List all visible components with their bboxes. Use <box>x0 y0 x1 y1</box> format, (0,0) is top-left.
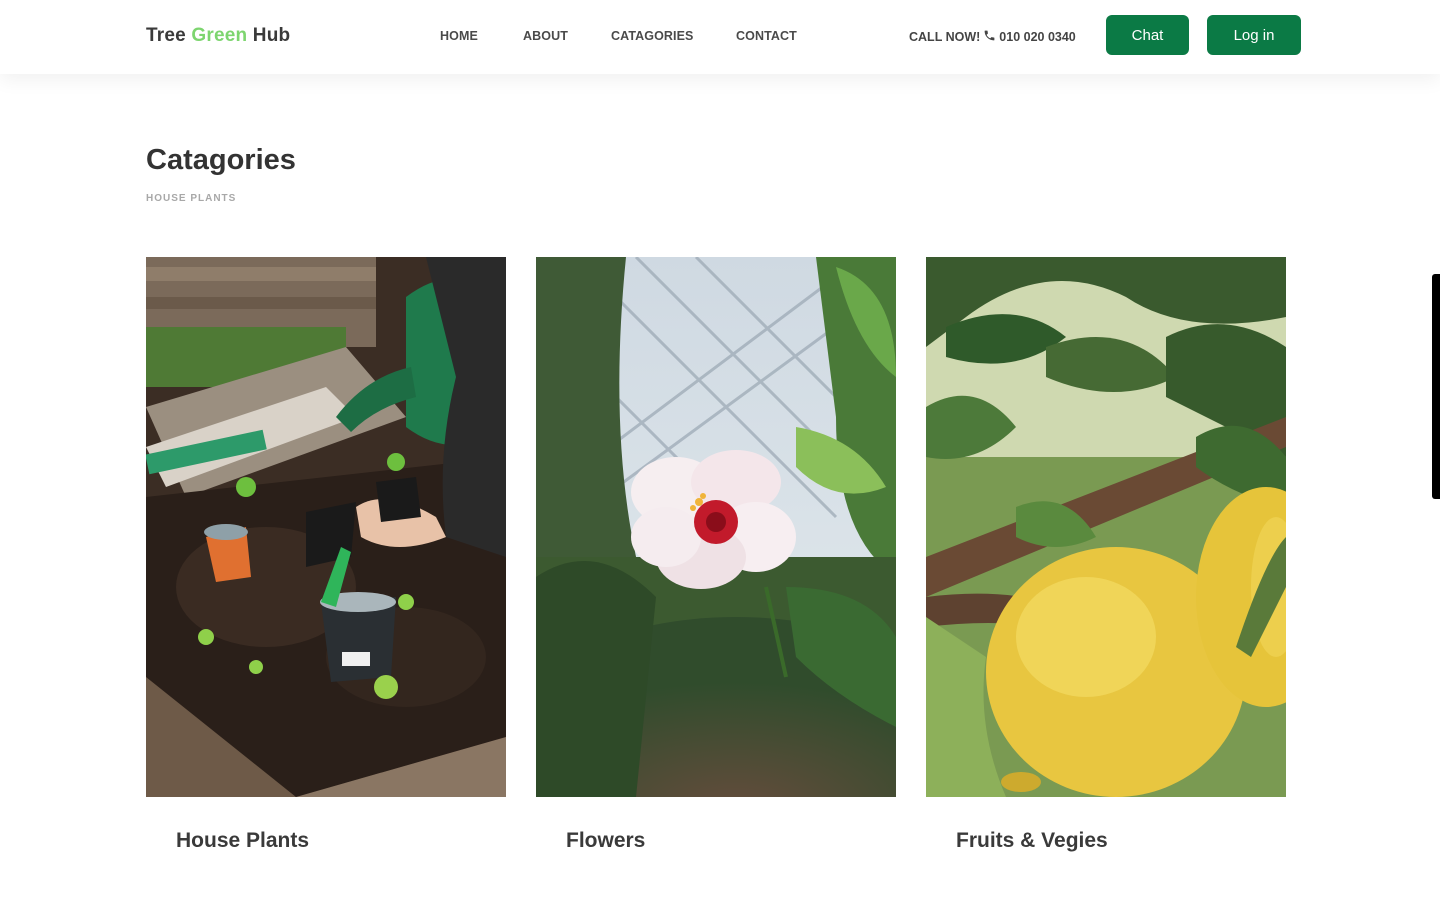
site-header: Tree Green Hub HOME ABOUT CATAGORIES CON… <box>0 0 1440 74</box>
logo-text-hub: Hub <box>247 25 291 46</box>
category-label-house-plants[interactable]: House Plants <box>176 829 309 853</box>
phone-icon <box>983 29 996 45</box>
flowers-image[interactable] <box>536 257 896 797</box>
category-card-flowers[interactable]: Flowers <box>536 257 896 852</box>
nav-categories[interactable]: CATAGORIES <box>611 29 693 43</box>
fruits-vegies-image[interactable] <box>926 257 1286 797</box>
chat-button[interactable]: Chat <box>1106 15 1189 55</box>
call-now-label: CALL NOW! <box>909 30 981 44</box>
nav-home[interactable]: HOME <box>440 29 478 43</box>
login-button[interactable]: Log in <box>1207 15 1301 55</box>
page-title: Catagories <box>146 144 296 176</box>
nav-about[interactable]: ABOUT <box>523 29 568 43</box>
call-now[interactable]: CALL NOW! 010 020 0340 <box>909 29 1076 45</box>
logo-text-green: Green <box>191 25 248 46</box>
phone-number: 010 020 0340 <box>999 30 1076 44</box>
scroll-indicator[interactable] <box>1432 274 1440 499</box>
page-subtitle: HOUSE PLANTS <box>146 193 237 204</box>
category-card-house-plants[interactable]: House Plants <box>146 257 506 852</box>
site-logo[interactable]: Tree Green Hub <box>146 25 290 47</box>
category-card-fruits-vegies[interactable]: Fruits & Vegies <box>926 257 1286 852</box>
nav-contact[interactable]: CONTACT <box>736 29 797 43</box>
category-label-flowers[interactable]: Flowers <box>566 829 645 853</box>
house-plants-image[interactable] <box>146 257 506 797</box>
logo-text-tree: Tree <box>146 25 192 46</box>
category-label-fruits-vegies[interactable]: Fruits & Vegies <box>956 829 1108 853</box>
